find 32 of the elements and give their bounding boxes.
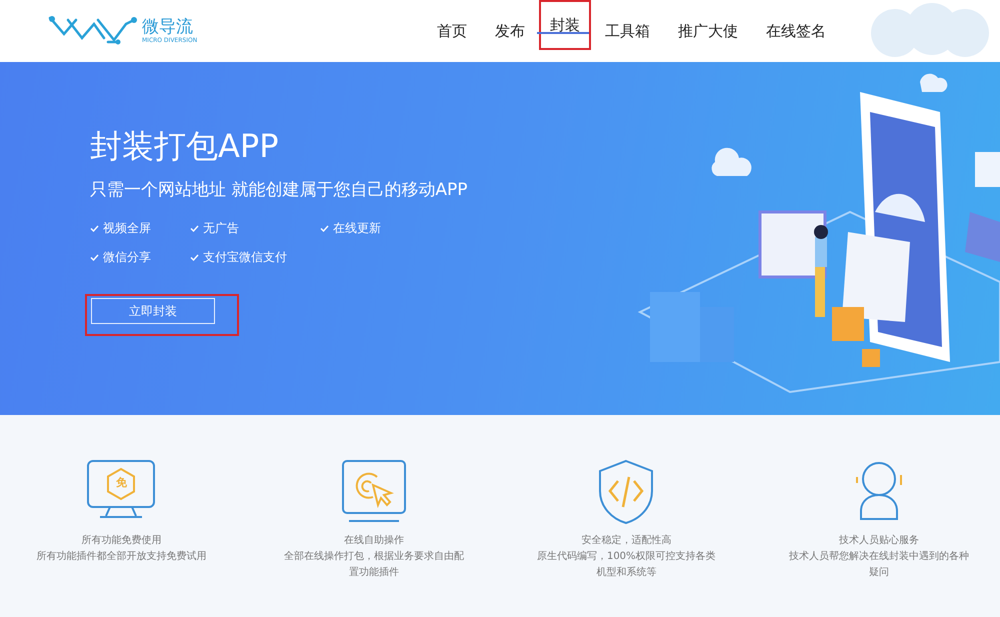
check-icon	[90, 225, 99, 232]
nav-link[interactable]: 封装	[539, 0, 591, 50]
cursor-click-icon	[340, 459, 407, 523]
check-icon	[190, 225, 199, 232]
feature-description: 全部在线操作打包，根据业务要求自由配置功能插件	[282, 550, 465, 580]
feature-description: 技术人员帮您解决在线封装中遇到的各种疑问	[788, 550, 970, 580]
feature-description: 所有功能插件都全部开放支持免费试用	[35, 550, 208, 564]
monitor-icon	[86, 459, 156, 519]
feature-description: 原生代码编写，100%权限可控支持各类机型和系统等	[536, 550, 717, 580]
nav-link[interactable]: 工具箱	[591, 0, 664, 62]
feature-label: 微信分享	[103, 249, 151, 266]
check-icon	[320, 225, 329, 232]
nav-link[interactable]: 首页	[423, 0, 481, 62]
hero-subtitle: 只需一个网站地址 就能创建属于您自己的移动APP	[90, 179, 469, 202]
shield-code-icon	[598, 459, 654, 525]
feature-title: 所有功能免费使用	[81, 534, 162, 548]
nav-link[interactable]: 推广大使	[664, 0, 752, 62]
icon-glyph: 免	[114, 475, 128, 491]
feature-label: 视频全屏	[103, 220, 151, 237]
feature-title: 安全稳定，适配性高	[581, 534, 672, 548]
feature-title: 在线自助操作	[344, 534, 404, 548]
hero-title: 封装打包APP	[90, 126, 280, 167]
feature-label: 在线更新	[333, 220, 381, 237]
logo-name: 微导流	[142, 17, 194, 37]
nav-link[interactable]: 发布	[481, 0, 539, 62]
check-icon	[90, 254, 99, 261]
cta-button[interactable]: 立即封装	[91, 298, 215, 324]
nav-link[interactable]: 在线签名	[752, 0, 840, 62]
feature-label: 支付宝微信支付	[203, 249, 287, 266]
check-icon	[190, 254, 199, 261]
feature-title: 技术人员贴心服务	[838, 534, 919, 548]
feature-label: 无广告	[203, 220, 239, 237]
